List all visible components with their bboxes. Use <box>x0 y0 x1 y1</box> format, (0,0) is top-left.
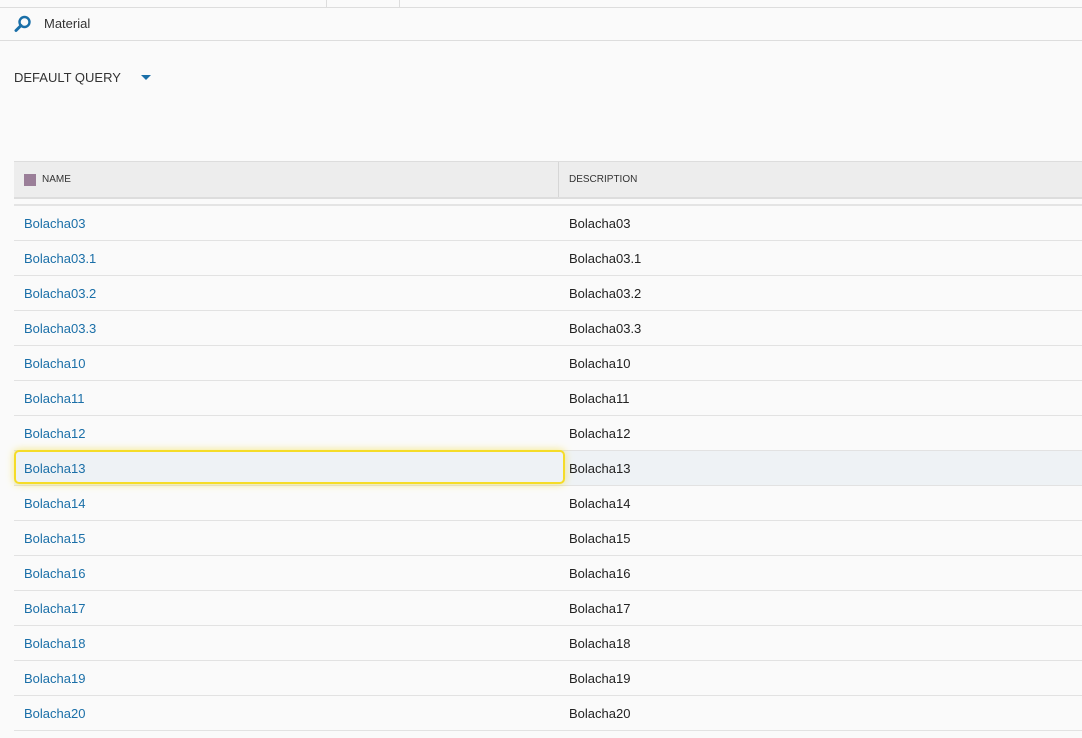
name-link[interactable]: Bolacha03.1 <box>14 251 559 266</box>
name-link[interactable]: Bolacha10 <box>14 356 559 371</box>
table-row[interactable]: Bolacha15 Bolacha15 <box>14 521 1082 556</box>
name-link[interactable]: Bolacha18 <box>14 636 559 651</box>
description-cell: Bolacha03.2 <box>569 285 642 301</box>
table-row[interactable]: Bolacha18 Bolacha18 <box>14 626 1082 661</box>
table-row[interactable]: Bolacha03.1 Bolacha03.1 <box>14 241 1082 276</box>
results-table: NAME DESCRIPTION Bolacha03 Bolacha03 Bolac… <box>14 161 1082 731</box>
table-row[interactable]: Bolacha03 Bolacha03 <box>14 206 1082 241</box>
description-cell: Bolacha18 <box>569 635 631 651</box>
description-cell: Bolacha12 <box>569 425 631 441</box>
table-row[interactable]: Bolacha17 Bolacha17 <box>14 591 1082 626</box>
name-link[interactable]: Bolacha13 <box>14 461 559 476</box>
description-cell: Bolacha19 <box>569 670 631 686</box>
name-link[interactable]: Bolacha20 <box>14 706 559 721</box>
table-header: NAME DESCRIPTION <box>14 161 1082 199</box>
table-row[interactable]: Bolacha16 Bolacha16 <box>14 556 1082 591</box>
description-cell: Bolacha03.1 <box>569 250 642 266</box>
description-cell: Bolacha16 <box>569 565 631 581</box>
search-input[interactable]: Material <box>44 16 90 31</box>
name-link[interactable]: Bolacha03.3 <box>14 321 559 336</box>
description-cell: Bolacha13 <box>569 460 631 476</box>
description-cell: Bolacha03.3 <box>569 320 642 336</box>
divider <box>399 0 400 7</box>
table-row[interactable]: Bolacha03.2 Bolacha03.2 <box>14 276 1082 311</box>
column-label: NAME <box>42 174 71 185</box>
name-link[interactable]: Bolacha14 <box>14 496 559 511</box>
column-header-name[interactable]: NAME <box>14 162 559 197</box>
table-row[interactable]: Bolacha19 Bolacha19 <box>14 661 1082 696</box>
query-selector[interactable]: DEFAULT QUERY <box>14 70 151 85</box>
table-row[interactable]: Bolacha11 Bolacha11 <box>14 381 1082 416</box>
table-row[interactable]: Bolacha10 Bolacha10 <box>14 346 1082 381</box>
search-icon <box>14 15 31 32</box>
table-row[interactable]: Bolacha03.3 Bolacha03.3 <box>14 311 1082 346</box>
description-cell: Bolacha17 <box>569 600 631 616</box>
name-link[interactable]: Bolacha03.2 <box>14 286 559 301</box>
description-cell: Bolacha11 <box>569 390 630 406</box>
table-row[interactable]: Bolacha12 Bolacha12 <box>14 416 1082 451</box>
name-link[interactable]: Bolacha17 <box>14 601 559 616</box>
name-link[interactable]: Bolacha12 <box>14 426 559 441</box>
search-bar[interactable]: Material <box>0 8 1082 41</box>
table-row[interactable]: Bolacha14 Bolacha14 <box>14 486 1082 521</box>
description-cell: Bolacha10 <box>569 355 631 371</box>
table-row[interactable]: Bolacha13 Bolacha13 <box>14 450 1082 486</box>
table-row[interactable]: Bolacha20 Bolacha20 <box>14 696 1082 731</box>
query-label: DEFAULT QUERY <box>14 70 121 85</box>
column-label: DESCRIPTION <box>569 174 638 185</box>
description-cell: Bolacha15 <box>569 530 631 546</box>
divider <box>326 0 327 7</box>
description-cell: Bolacha03 <box>569 215 631 231</box>
name-link[interactable]: Bolacha15 <box>14 531 559 546</box>
name-link[interactable]: Bolacha03 <box>14 216 559 231</box>
column-header-description[interactable]: DESCRIPTION <box>559 162 637 197</box>
description-cell: Bolacha14 <box>569 495 631 511</box>
name-link[interactable]: Bolacha16 <box>14 566 559 581</box>
divider <box>14 199 1082 206</box>
name-link[interactable]: Bolacha19 <box>14 671 559 686</box>
caret-down-icon[interactable] <box>140 75 151 80</box>
description-cell: Bolacha20 <box>569 705 631 721</box>
select-all-checkbox[interactable] <box>24 173 36 186</box>
name-link[interactable]: Bolacha11 <box>14 391 559 406</box>
top-toolbar-strip <box>0 0 1082 8</box>
